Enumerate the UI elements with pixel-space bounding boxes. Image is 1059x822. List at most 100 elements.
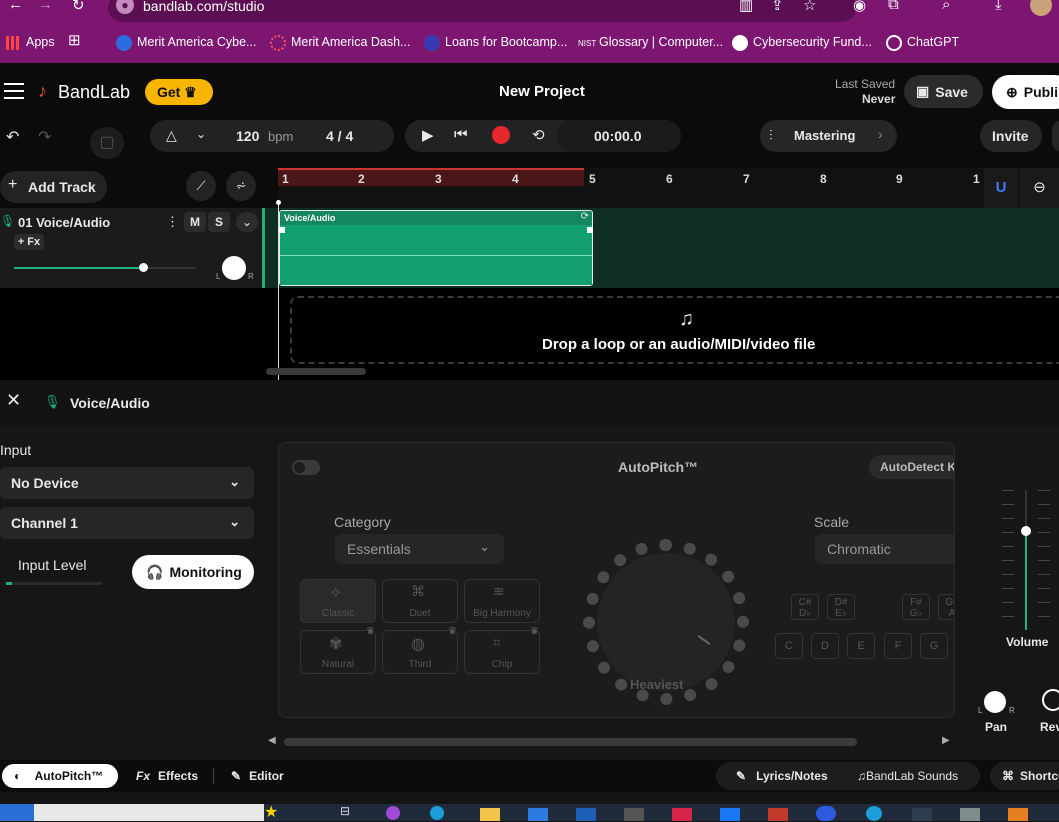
grid-icon[interactable]: ⊞ [68,31,81,49]
copilot-icon[interactable] [386,806,400,820]
app-icon[interactable] [624,808,644,821]
project-title[interactable]: New Project [499,83,585,100]
redo-icon[interactable]: ↷ [38,127,51,147]
time-signature[interactable]: 4 / 4 [326,128,353,144]
key-c-sharp[interactable]: C# D♭ [791,594,819,620]
start-button[interactable] [0,804,34,821]
bookmark-apps[interactable]: Apps [26,35,55,49]
keyboard-icon[interactable]: ▢ [90,127,124,159]
back-icon[interactable]: ← [8,0,23,13]
reverb-knob[interactable] [1042,689,1059,711]
app-icon[interactable] [768,808,788,821]
key-f[interactable]: F [884,633,912,659]
bookmark-merit-dash[interactable]: Merit America Dash... [291,35,410,49]
device-select[interactable]: No Device ⌄ [0,467,254,499]
key-f-sharp[interactable]: F# G♭ [902,594,930,620]
track-more-icon[interactable]: ⋮ [166,214,179,230]
key-e[interactable]: E [847,633,875,659]
metronome-menu-chevron-icon[interactable]: ⌄ [196,127,206,141]
volume-fader-thumb[interactable] [1021,526,1031,536]
taskbar-search[interactable] [34,804,264,821]
get-button[interactable]: Get ♛ [145,79,213,105]
tab-lyrics[interactable]: ✎ Lyrics/Notes [736,769,828,783]
zoom-app-icon[interactable] [816,806,836,821]
app-icon[interactable] [960,808,980,821]
bookmark-loans[interactable]: Loans for Bootcamp... [445,35,567,49]
volume-fader-track[interactable] [1025,490,1027,630]
track-expand-chevron-icon[interactable]: ⌄ [236,212,258,232]
playhead-handle[interactable] [276,200,281,205]
key-d-sharp[interactable]: D# E♭ [827,594,855,620]
mastering-button[interactable]: ⫶ Mastering › [760,120,897,152]
autodetect-key-button[interactable]: AutoDetect K [869,455,954,479]
undo-icon[interactable]: ↶ [6,127,19,147]
tab-editor[interactable]: ✎ Editor [231,769,284,783]
magnet-snap-icon[interactable]: U [984,168,1018,208]
clip-loop-icon[interactable]: ⟳ [581,211,589,222]
category-select[interactable]: Essentials ⌄ [335,534,504,564]
save-button[interactable]: ▣ Save [904,75,983,108]
channel-select[interactable]: Channel 1 ⌄ [0,507,254,539]
bookmark-star-icon[interactable]: ☆ [803,0,816,14]
audio-clip[interactable]: Voice/Audio ⟳ [279,210,593,286]
autopitch-toggle[interactable] [292,460,320,475]
metronome-icon[interactable]: △ [166,127,177,144]
publish-button[interactable]: ⊕ Publi [992,75,1059,109]
tab-effects[interactable]: Fx Effects [136,769,198,783]
monitoring-button[interactable]: 🎧 Monitoring [132,555,254,589]
track-pan-knob[interactable] [222,256,246,280]
menu-icon[interactable] [4,83,24,99]
search-tab-icon[interactable]: ⌕ [942,0,950,13]
reload-icon[interactable]: ↻ [72,0,85,14]
app-icon[interactable] [672,808,692,821]
tab-shortcuts[interactable]: ⌘ Shortcu [990,762,1059,790]
loop-region[interactable] [278,168,584,186]
pan-knob[interactable] [984,691,1006,713]
add-track-button[interactable]: + Add Track [0,171,107,203]
bookmark-cyber-fund[interactable]: Cybersecurity Fund... [753,35,872,49]
track-name[interactable]: 01 Voice/Audio [18,215,110,230]
key-d[interactable]: D [811,633,839,659]
preset-chip[interactable]: Chip [464,630,540,674]
edge-icon[interactable] [430,806,444,820]
zoom-icon[interactable]: ⊖ [1020,168,1059,208]
pitch-strength-knob[interactable] [597,553,735,691]
loop-icon[interactable]: ⟲ [532,126,545,144]
scroll-right-icon[interactable]: ▶ [942,735,950,746]
facebook-icon[interactable] [720,808,740,821]
more-toolbar-button[interactable] [1052,120,1059,152]
outlook-icon[interactable] [576,808,596,821]
app-icon[interactable] [1008,808,1028,821]
bookmark-glossary[interactable]: Glossary | Computer... [599,35,723,49]
volume-slider-thumb[interactable] [139,263,148,272]
profile-avatar[interactable] [1030,0,1052,16]
scale-select[interactable]: Chromatic [815,534,954,564]
share-icon[interactable]: ⇪ [771,0,784,14]
app-icon[interactable] [912,808,932,821]
solo-button[interactable]: S [208,212,230,232]
skip-back-icon[interactable]: ⏮ [454,126,468,143]
forward-icon[interactable]: → [38,0,53,13]
automation-icon[interactable]: ⟋ [186,171,216,201]
bookmark-chatgpt[interactable]: ChatGPT [907,35,959,49]
scroll-left-icon[interactable]: ◀ [268,735,276,746]
key-c[interactable]: C [775,633,803,659]
close-icon[interactable]: ✕ [6,390,21,411]
store-icon[interactable] [528,808,548,821]
play-icon[interactable]: ▶ [422,126,434,144]
drop-zone[interactable]: ♫ Drop a loop or an audio/MIDI/video fil… [290,296,1059,364]
piano-icon[interactable]: ▥ [739,0,753,14]
track-row[interactable]: 🎙 01 Voice/Audio ⋮ M S ⌄ + Fx L R [0,208,265,288]
edge-icon[interactable] [866,806,882,821]
panel-scrollbar[interactable] [284,738,857,746]
mute-button[interactable]: M [184,212,206,232]
bpm-value[interactable]: 120 [236,128,259,144]
extensions-icon[interactable]: ⧉ [888,0,899,13]
record-icon[interactable] [492,126,510,144]
invite-button[interactable]: Invite [980,120,1042,152]
tab-bandlab-sounds[interactable]: ♫BandLab Sounds [857,769,958,783]
timeline-scrollbar[interactable] [266,368,366,375]
track-volume-slider[interactable] [14,263,196,272]
extension-color-icon[interactable]: ◉ [853,0,866,14]
key-g[interactable]: G [920,633,948,659]
